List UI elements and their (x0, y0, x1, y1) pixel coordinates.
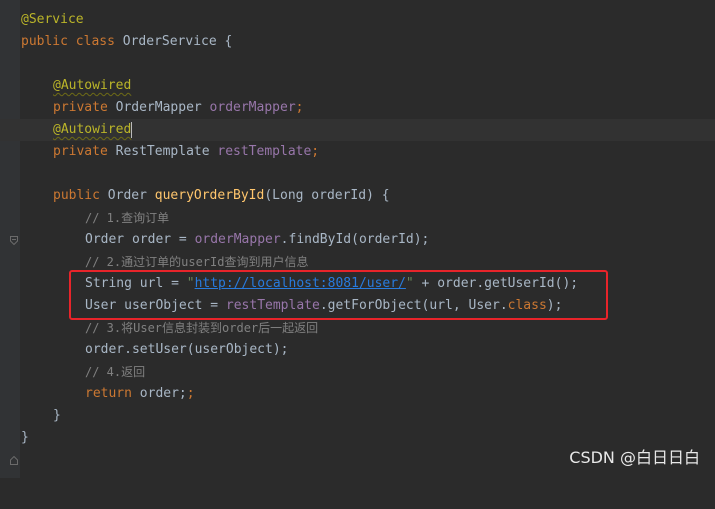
code-editor[interactable]: @Service public class OrderService { @Au… (0, 0, 715, 478)
class-name: OrderService (122, 34, 217, 49)
comment: // 4.返回 (85, 365, 146, 379)
keyword-private: private (53, 100, 108, 115)
close-brace: } (21, 430, 29, 445)
autowired-annotation: @Autowired (53, 78, 132, 93)
fold-icon[interactable] (10, 192, 18, 245)
method-name: queryOrderById (154, 188, 265, 203)
field-order-mapper: orderMapper (194, 232, 281, 247)
comment: // 1.查询订单 (85, 211, 170, 225)
find-by-id-call: .findById(orderId); (280, 232, 430, 247)
semicolon: ; (295, 100, 304, 115)
code-line: Order order = orderMapper.findById(order… (0, 229, 715, 251)
autowired-annotation: @Autowired (53, 122, 132, 137)
highlight-annotation-box (69, 270, 608, 320)
code-line: @Service (0, 9, 715, 31)
code-line: order.setUser(userObject); (0, 339, 715, 361)
semicolon: ; (311, 144, 320, 159)
code-line: private RestTemplate restTemplate; (0, 141, 715, 163)
code-line: private OrderMapper orderMapper; (0, 97, 715, 119)
field-rest-template: restTemplate (217, 144, 312, 159)
set-user-call: order.setUser(userObject); (85, 342, 289, 357)
code-line: // 4.返回 (0, 361, 715, 383)
type-order-mapper: OrderMapper (115, 100, 202, 115)
comment: // 2.通过订单的userId查询到用户信息 (85, 255, 309, 269)
type-rest-template: RestTemplate (115, 144, 210, 159)
fold-end-icon[interactable] (10, 412, 18, 465)
keyword-class: class (75, 34, 115, 49)
code-line: public Order queryOrderById(Long orderId… (0, 185, 715, 245)
code-line: } (0, 405, 715, 465)
watermark: CSDN @白日日白 (569, 448, 700, 467)
keyword-return: return (85, 386, 132, 401)
code-line-current: @Autowired (0, 119, 715, 141)
close-brace: } (53, 408, 61, 423)
code-line: // 3.将User信息封装到order后一起返回 (0, 317, 715, 339)
code-line: // 1.查询订单 (0, 207, 715, 229)
return-value: order; (131, 386, 187, 401)
service-annotation: @Service (21, 12, 84, 27)
text-cursor (131, 121, 133, 138)
return-type: Order (107, 188, 147, 203)
code-line: @Autowired (0, 75, 715, 97)
keyword-public: public (21, 34, 68, 49)
code-line: return order;; (0, 383, 715, 405)
order-declaration: Order order = (85, 232, 195, 247)
comment: // 3.将User信息封装到order后一起返回 (85, 321, 319, 335)
semicolon: ; (186, 386, 195, 401)
method-params: (Long orderId) { (264, 188, 390, 203)
field-order-mapper: orderMapper (209, 100, 296, 115)
code-line: public class OrderService { (0, 31, 715, 53)
open-brace: { (224, 34, 233, 49)
keyword-private: private (53, 144, 108, 159)
keyword-public: public (53, 188, 100, 203)
